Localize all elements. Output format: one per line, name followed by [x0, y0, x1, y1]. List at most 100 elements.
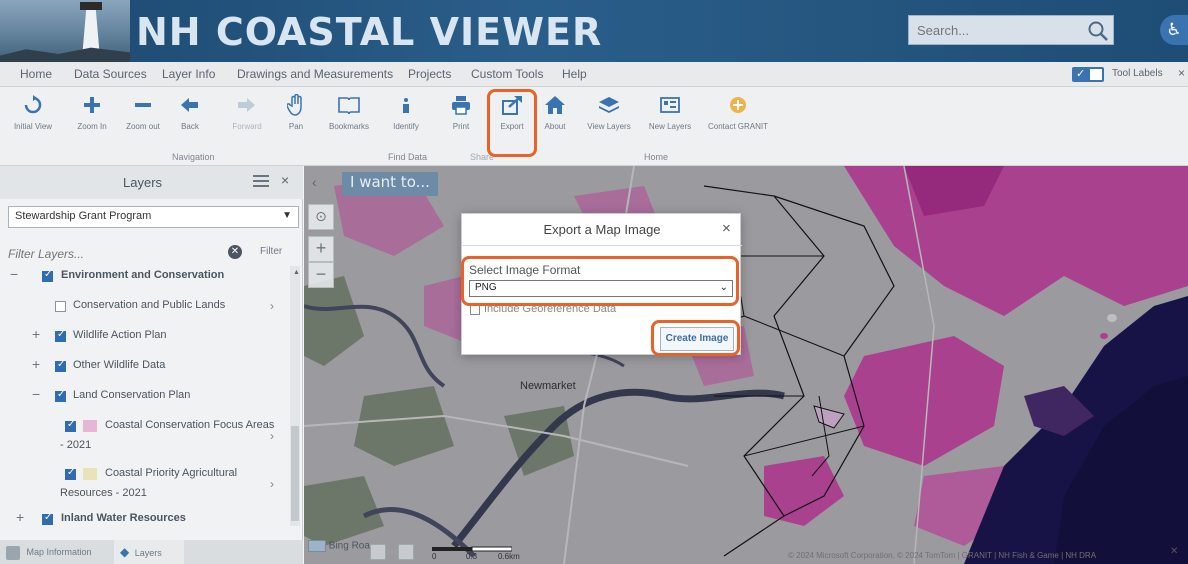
scrollbar[interactable] [290, 266, 300, 526]
basemap-button[interactable]: Bing Roa... [308, 540, 378, 552]
locate-icon[interactable]: ⊙ [308, 204, 334, 230]
menu-custom-tools[interactable]: Custom Tools [471, 67, 543, 81]
town-label: Newmarket [520, 380, 576, 392]
menu-home[interactable]: Home [20, 67, 52, 81]
tab-layers[interactable]: ◆ Layers [114, 540, 184, 564]
legend-swatch [83, 468, 97, 480]
tree-node-land-conservation-plan[interactable]: − Land Conservation Plan [0, 386, 290, 409]
tab-map-information[interactable]: Map Information [6, 540, 92, 564]
layer-checkbox[interactable] [42, 512, 53, 525]
map-select[interactable]: Stewardship Grant Program ▼ [8, 206, 299, 228]
menu-bar: Home Data Sources Layer Info Drawings an… [0, 62, 1188, 87]
zoom-in-button[interactable]: Zoom In [66, 91, 118, 131]
group-navigation: Navigation [172, 152, 215, 162]
initial-view-icon [4, 91, 62, 119]
menu-data-sources[interactable]: Data Sources [74, 67, 147, 81]
accessibility-icon[interactable]: ♿ [1160, 15, 1188, 45]
pan-icon [278, 91, 314, 119]
list-icon[interactable] [253, 174, 269, 193]
about-button[interactable]: About [540, 91, 570, 131]
search-box[interactable] [908, 15, 1114, 45]
menu-layer-info[interactable]: Layer Info [162, 67, 215, 81]
collapse-icon[interactable]: − [32, 386, 40, 402]
tree-node-other-wildlife[interactable]: + Other Wildlife Data [0, 356, 290, 379]
menu-drawings[interactable]: Drawings and Measurements [237, 67, 393, 81]
tree-node-coastal-agricultural[interactable]: Coastal Priority Agricultural Resources … [0, 466, 290, 506]
expand-icon[interactable]: + [32, 356, 40, 372]
pan-button[interactable]: Pan [278, 91, 314, 131]
layer-checkbox[interactable] [55, 329, 66, 342]
filter-layers-input[interactable] [8, 244, 218, 264]
i-want-to-menu[interactable]: I want to... [342, 172, 438, 196]
layer-checkbox[interactable] [55, 359, 66, 372]
close-icon[interactable]: × [281, 172, 289, 188]
tree-node-environment[interactable]: − Environment and Conservation [0, 266, 290, 289]
export-highlight [487, 89, 537, 157]
identify-button[interactable]: Identify [386, 91, 426, 131]
tree-node-conservation-lands[interactable]: Conservation and Public Lands › [0, 299, 290, 319]
layer-checkbox[interactable] [55, 389, 66, 402]
format-highlight [461, 256, 739, 306]
chevron-left-icon[interactable]: ‹ [312, 174, 317, 190]
print-button[interactable]: Print [448, 91, 474, 131]
toolbar: Initial View Zoom In Zoom out Back Forwa… [0, 87, 1188, 166]
lighthouse-logo [0, 0, 130, 62]
search-input[interactable] [909, 16, 1079, 44]
menu-projects[interactable]: Projects [408, 67, 451, 81]
layer-checkbox[interactable] [65, 467, 76, 480]
modal-overlay [304, 166, 1188, 564]
measure-icon[interactable] [370, 544, 386, 560]
bookmark-icon [322, 91, 376, 119]
initial-view-button[interactable]: Initial View [4, 91, 62, 131]
toggle-switch[interactable]: ✓ [1072, 67, 1104, 82]
menu-help[interactable]: Help [562, 67, 587, 81]
layers-panel-header: Layers × [0, 166, 303, 199]
tree-node-coastal-focus-areas[interactable]: Coastal Conservation Focus Areas - 2021 … [0, 418, 290, 458]
chevron-right-icon[interactable]: › [270, 299, 274, 313]
close-icon[interactable]: × [1178, 66, 1185, 80]
layer-tree: − Environment and Conservation Conservat… [0, 266, 290, 536]
view-layers-button[interactable]: View Layers [582, 91, 636, 131]
new-layers-icon [644, 91, 696, 119]
tree-node-wildlife-action-plan[interactable]: + Wildlife Action Plan [0, 326, 290, 349]
filter-button[interactable]: Filter [254, 244, 288, 262]
scale-label-0: 0 [432, 552, 437, 561]
bookmarks-button[interactable]: Bookmarks [322, 91, 376, 131]
layers-icon [582, 91, 636, 119]
scroll-up-icon[interactable]: ▲ [293, 269, 300, 276]
contact-granit-button[interactable]: Contact GRANIT [704, 91, 772, 131]
grid-icon[interactable] [398, 544, 414, 560]
scale-label-2: 0.6km [498, 552, 520, 561]
map-view[interactable]: ‹ I want to... ⊙ + − Newmarket Bing Roa.… [304, 166, 1188, 564]
map-footer: Bing Roa... 0 0.3 0.6km © 2024 Microsoft… [304, 540, 1188, 564]
map-select-value: Stewardship Grant Program [15, 210, 152, 222]
layer-checkbox[interactable] [65, 419, 76, 432]
new-layers-button[interactable]: New Layers [644, 91, 696, 131]
app-title: NH COASTAL VIEWER [136, 10, 603, 54]
close-icon[interactable]: × [722, 220, 731, 237]
zoom-out-button[interactable]: Zoom out [118, 91, 168, 131]
chevron-right-icon[interactable]: › [270, 477, 274, 491]
map-zoom-in-button[interactable]: + [308, 236, 334, 262]
chevron-right-icon[interactable]: › [270, 429, 274, 443]
scroll-thumb[interactable] [291, 426, 299, 521]
layer-checkbox[interactable] [55, 301, 66, 312]
filter-row: ✕ Filter [0, 240, 303, 266]
collapse-icon[interactable]: − [10, 266, 18, 282]
expand-icon[interactable]: + [16, 509, 24, 525]
clear-filter-icon[interactable]: ✕ [228, 245, 242, 259]
legend-swatch [83, 420, 97, 432]
expand-icon[interactable]: + [32, 326, 40, 342]
layer-checkbox[interactable] [42, 269, 53, 282]
search-icon[interactable] [1087, 20, 1109, 42]
print-icon [448, 91, 474, 119]
create-image-highlight [651, 320, 740, 356]
forward-button[interactable]: Forward [222, 91, 272, 131]
close-icon[interactable]: ✕ [1170, 546, 1178, 557]
georeference-checkbox[interactable] [470, 305, 480, 315]
home-icon [540, 91, 570, 119]
back-button[interactable]: Back [172, 91, 208, 131]
map-zoom-out-button[interactable]: − [308, 262, 334, 288]
tree-node-inland-water[interactable]: + Inland Water Resources [0, 509, 290, 532]
info-icon [6, 545, 20, 560]
